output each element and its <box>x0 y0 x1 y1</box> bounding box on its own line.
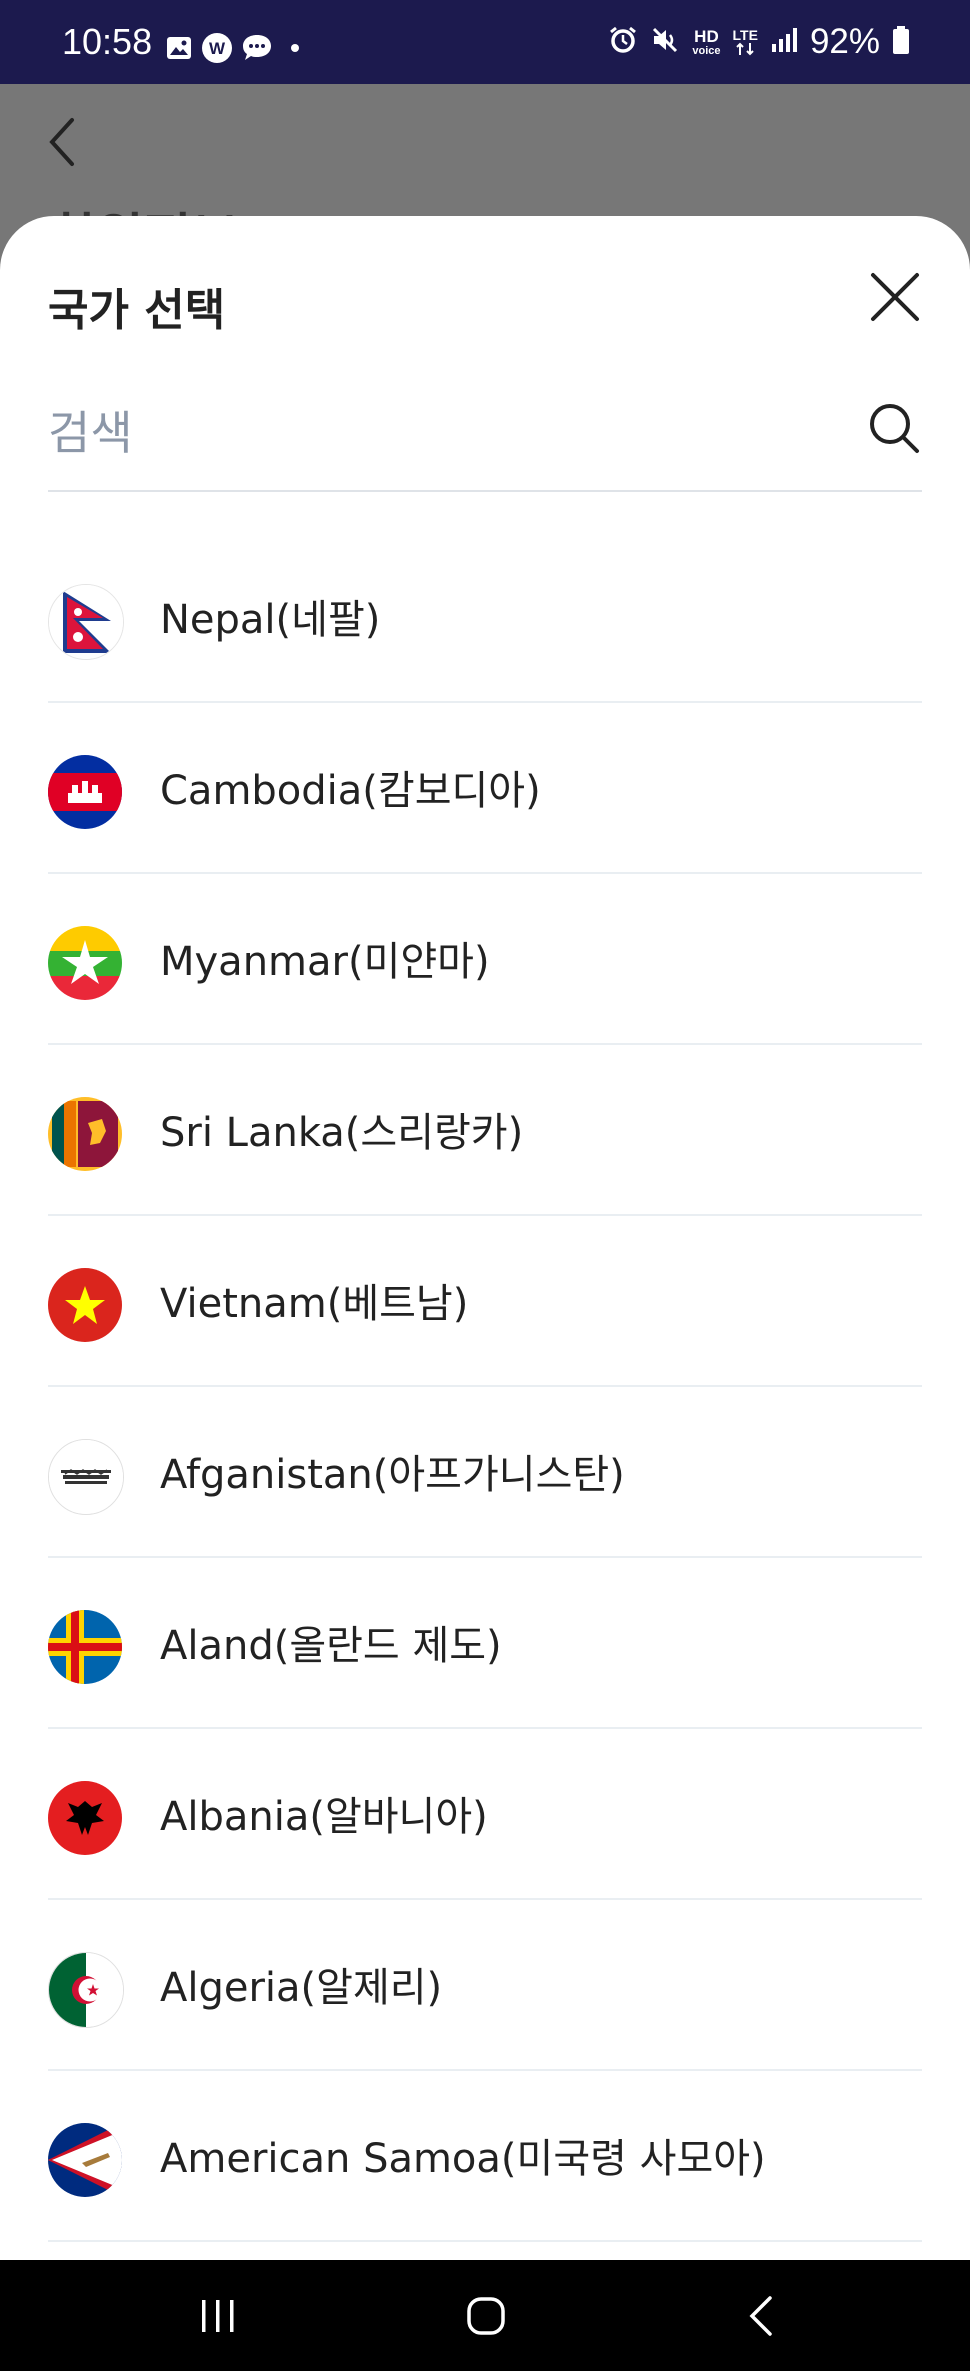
country-name: Vietnam(베트남) <box>160 1281 469 1327</box>
afghanistan-flag-icon <box>48 1439 124 1515</box>
svg-text:W: W <box>209 39 226 58</box>
hd-label: HD <box>694 26 719 46</box>
country-name: Nepal(네팔) <box>160 597 381 643</box>
notification-icons: W <box>165 32 305 68</box>
alarm-icon <box>608 25 638 59</box>
country-name: Algeria(알제리) <box>160 1965 443 2011</box>
screen: 10:58 W HD voice LTE 92% 국가 선택 검색 Nepal(… <box>0 0 970 2371</box>
data-arrows-icon <box>736 42 754 56</box>
myanmar-flag-icon <box>48 926 122 1000</box>
home-button[interactable] <box>426 2260 546 2371</box>
american-samoa-flag-icon <box>48 2123 122 2197</box>
status-right-icons: HD voice LTE 92% <box>608 22 910 62</box>
lte-label: LTE <box>732 27 758 43</box>
status-time: 10:58 <box>62 21 153 62</box>
status-bar: 10:58 W HD voice LTE 92% <box>0 0 970 84</box>
hd-voice-icon: HD voice <box>692 28 720 57</box>
vietnam-flag-icon <box>48 1268 122 1342</box>
country-name: Aland(올란드 제도) <box>160 1623 502 1669</box>
nepal-flag-icon <box>48 584 124 660</box>
voice-label: voice <box>692 44 721 57</box>
aland-flag-icon <box>48 1610 122 1684</box>
signal-icon <box>770 26 798 58</box>
battery-icon <box>892 25 910 59</box>
sri-lanka-flag-icon <box>48 1097 122 1171</box>
country-item-algeria[interactable]: Algeria(알제리) <box>48 1900 922 2071</box>
chevron-left-icon <box>44 114 84 174</box>
back-icon <box>749 2295 772 2336</box>
country-item-cambodia[interactable]: Cambodia(캄보디아) <box>48 703 922 874</box>
country-list: Nepal(네팔) Cambodia(캄보디아) Myanmar(미얀마) Sr… <box>48 532 922 2242</box>
search-input[interactable] <box>48 398 828 468</box>
country-item-albania[interactable]: Albania(알바니아) <box>48 1729 922 1900</box>
country-item-vietnam[interactable]: Vietnam(베트남) <box>48 1216 922 1387</box>
country-item-nepal[interactable]: Nepal(네팔) <box>48 532 922 703</box>
country-name: Myanmar(미얀마) <box>160 939 490 985</box>
back-button[interactable] <box>702 2260 822 2371</box>
country-item-sri-lanka[interactable]: Sri Lanka(스리랑카) <box>48 1045 922 1216</box>
search-icon <box>870 404 919 453</box>
w-app-icon: W <box>201 32 233 68</box>
country-select-sheet: 국가 선택 N <box>0 216 970 2260</box>
sheet-title: 국가 선택 <box>48 285 226 336</box>
recents-button[interactable] <box>158 2260 278 2371</box>
search-button[interactable] <box>866 400 922 456</box>
close-icon <box>871 273 919 321</box>
country-name: Afganistan(아프가니스탄) <box>160 1452 625 1498</box>
more-notifications-dot-icon <box>281 38 305 62</box>
home-icon <box>467 2296 505 2335</box>
navigation-bar <box>0 2260 970 2371</box>
lte-icon: LTE <box>733 28 758 56</box>
mute-icon <box>650 25 680 59</box>
country-item-aland[interactable]: Aland(올란드 제도) <box>48 1558 922 1729</box>
country-item-myanmar[interactable]: Myanmar(미얀마) <box>48 874 922 1045</box>
recents-icon <box>202 2299 234 2332</box>
close-button[interactable] <box>864 266 926 328</box>
country-name: Sri Lanka(스리랑카) <box>160 1110 524 1156</box>
albania-flag-icon <box>48 1781 122 1855</box>
gallery-icon <box>165 34 193 66</box>
battery-percent: 92% <box>809 22 880 61</box>
country-item-american-samoa[interactable]: American Samoa(미국령 사모아) <box>48 2071 922 2242</box>
message-icon <box>241 33 273 67</box>
country-name: Cambodia(캄보디아) <box>160 768 541 814</box>
cambodia-flag-icon <box>48 755 122 829</box>
country-name: American Samoa(미국령 사모아) <box>160 2136 766 2182</box>
algeria-flag-icon <box>48 1952 124 2028</box>
search-bar <box>48 386 922 492</box>
country-item-afghanistan[interactable]: Afganistan(아프가니스탄) <box>48 1387 922 1558</box>
country-name: Albania(알바니아) <box>160 1794 488 1840</box>
